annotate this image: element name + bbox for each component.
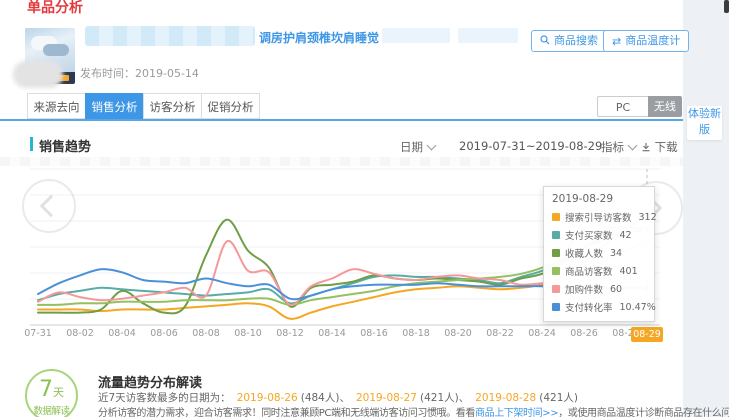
product-title-link[interactable]: 调房护肩颈椎坎肩睡觉	[259, 29, 379, 46]
top-date-count: (421人)	[539, 392, 578, 404]
metric-dropdown[interactable]: 指标	[601, 139, 636, 155]
chart-prev-button[interactable]	[22, 179, 76, 233]
tooltip-metric-value: 34	[610, 248, 622, 259]
section-accent-bar	[30, 137, 33, 151]
product-search-button[interactable]: 商品搜索	[531, 30, 607, 52]
censored-title-fragment	[458, 28, 518, 43]
tooltip-row: 商品访客数 401	[552, 264, 646, 278]
insight-line1-prefix: 近7天访客数最多的日期为：	[98, 392, 231, 404]
tooltip-metric-value: 312	[639, 212, 657, 223]
tooltip-metric-value: 60	[610, 284, 622, 295]
tab-销售分析[interactable]: 销售分析	[85, 93, 144, 119]
publish-time: 发布时间：2019-05-14	[80, 65, 199, 81]
tooltip-metric-label: 收藏人数	[565, 246, 603, 260]
insight-title: 流量趋势分布解读	[98, 372, 202, 391]
badge-caption: 数据解读	[27, 403, 76, 417]
tooltip-metric-value: 401	[620, 266, 638, 277]
shelf-time-link[interactable]: 商品上下架时间>>	[475, 408, 558, 417]
tooltip-metric-value: 10.47%	[620, 302, 656, 313]
badge-unit: 天	[53, 386, 64, 399]
tooltip-row: 搜索引导访客数312	[552, 210, 646, 224]
legend-swatch	[552, 249, 560, 257]
legend-swatch	[552, 285, 560, 293]
separator: 、	[459, 392, 470, 404]
top-date-count: (484人)	[301, 392, 340, 404]
product-search-label: 商品搜索	[554, 34, 598, 47]
toggle-pc[interactable]: PC	[597, 96, 649, 117]
exchange-icon: ⇄	[612, 32, 621, 52]
chevron-down-icon	[628, 141, 638, 151]
scrollbar-thumb[interactable]	[724, 0, 729, 13]
legend-swatch	[552, 303, 560, 311]
insight-line2: 分析访客的潜力需求，迎合访客需求！同时注意兼顾PC端和无线端访客访问习惯哦。看看…	[98, 404, 729, 417]
tooltip-metric-label: 支付买家数	[565, 228, 613, 242]
tooltip-metric-label: 加购件数	[565, 282, 603, 296]
tab-访客分析[interactable]: 访客分析	[143, 93, 202, 119]
blurred-watermark	[13, 61, 63, 88]
tab-来源去向[interactable]: 来源去向	[27, 93, 86, 119]
insight-top-dates: 2019-08-26(484人)、2019-08-27(421人)、2019-0…	[231, 392, 578, 404]
tooltip-metric-label: 支付转化率	[565, 300, 613, 314]
tooltip-date: 2019-08-29	[552, 193, 646, 205]
seven-day-badge: 7天 数据解读	[25, 369, 78, 417]
insight-line1: 近7天访客数最多的日期为：2019-08-26(484人)、2019-08-27…	[98, 390, 578, 405]
badge-number: 7	[39, 377, 53, 402]
new-version-link[interactable]: 体验新版	[687, 106, 722, 140]
tooltip-row: 支付转化率10.47%	[552, 300, 646, 314]
badge-days: 7天	[27, 378, 76, 402]
person-shape	[43, 44, 69, 56]
tooltip-metric-label: 商品访客数	[565, 264, 613, 278]
metric-dropdown-label: 指标	[601, 140, 624, 154]
date-range: 2019-07-31~2019-08-29	[459, 139, 602, 153]
product-thermometer-button[interactable]: ⇄ 商品温度计	[603, 30, 689, 52]
chevron-down-icon	[427, 141, 437, 151]
date-dropdown-label: 日期	[400, 140, 423, 154]
section-title: 销售趋势	[39, 136, 91, 155]
search-icon	[540, 32, 550, 52]
tooltip-row: 加购件数 60	[552, 282, 646, 296]
legend-swatch	[552, 267, 560, 275]
chart-tooltip: 2019-08-29 搜索引导访客数312支付买家数42收藏人数34商品访客数4…	[543, 186, 655, 322]
x-axis-highlight-label: 08-29	[631, 327, 663, 342]
download-button[interactable]: 下载	[641, 139, 678, 155]
separator: 、	[339, 392, 350, 404]
top-date: 2019-08-27	[356, 392, 417, 404]
top-date: 2019-08-28	[475, 392, 536, 404]
censored-product-title	[85, 26, 255, 46]
tooltip-metric-label: 搜索引导访客数	[565, 210, 632, 224]
page-title: 单品分析	[27, 0, 83, 17]
censored-title-fragment	[382, 28, 450, 43]
date-dropdown[interactable]: 日期	[400, 139, 435, 155]
legend-swatch	[552, 213, 560, 221]
toggle-wireless[interactable]: 无线	[648, 96, 682, 117]
download-label: 下载	[655, 140, 678, 154]
download-icon	[641, 140, 651, 154]
legend-swatch	[552, 231, 560, 239]
insight-line2-text: 分析访客的潜力需求，迎合访客需求！同时注意兼顾PC端和无线端访客访问习惯哦。看看	[98, 408, 475, 417]
tab-bar: 来源去向销售分析访客分析促销分析	[28, 93, 260, 119]
tab-促销分析[interactable]: 促销分析	[201, 93, 260, 119]
tooltip-metric-value: 42	[620, 230, 632, 241]
top-date-count: (421人)	[420, 392, 459, 404]
product-thermometer-label: 商品温度计	[625, 34, 680, 47]
insight-line2-tail: ，或使用商品温度计诊断商品存在什么问题吧。	[558, 408, 729, 417]
tooltip-row: 支付买家数 42	[552, 228, 646, 242]
right-side-panel	[683, 0, 729, 417]
screen: 单品分析 调房护肩颈椎坎肩睡觉 发布时间：2019-05-14 商品搜索 ⇄ 商品…	[0, 0, 729, 417]
tooltip-rows: 搜索引导访客数312 支付买家数 42 收藏人数 34 商品访客数 401 加购件数 60 支付转…	[552, 210, 646, 314]
tooltip-row: 收藏人数 34	[552, 246, 646, 260]
top-date: 2019-08-26	[237, 392, 298, 404]
chevron-left-icon	[40, 195, 63, 218]
